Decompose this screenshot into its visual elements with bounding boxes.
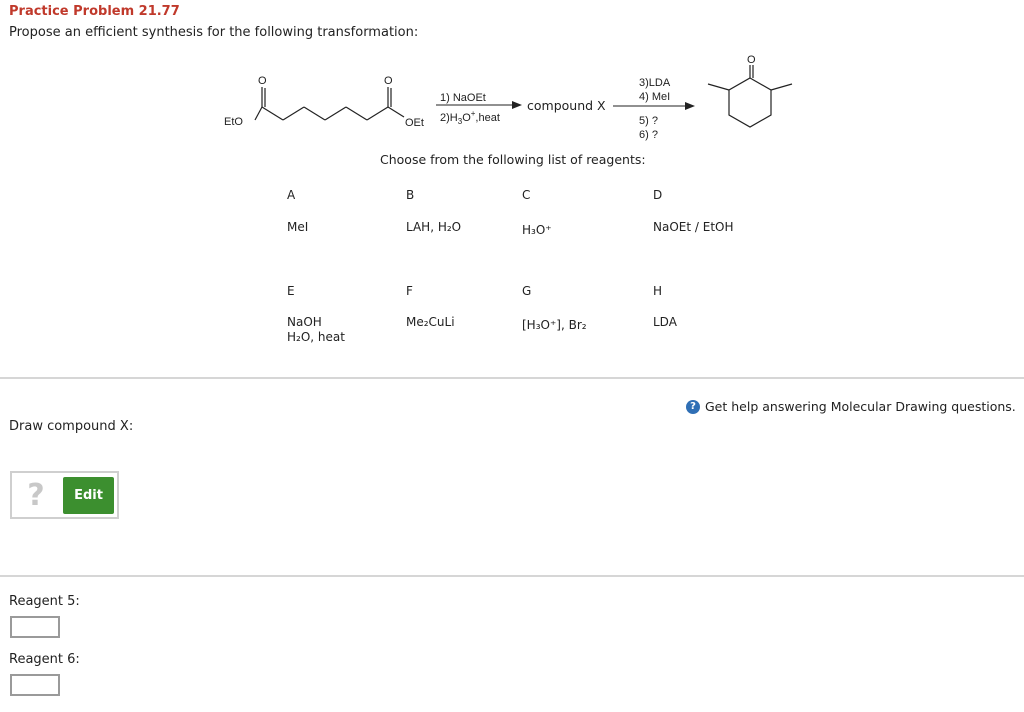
step1-reagent-2: 2)H3O+,heat [440,109,500,126]
product-structure [707,65,793,128]
question-circle-icon: ? [686,399,700,414]
step2-reagent-3: 3)LDA [639,77,671,89]
reagent-letter-h: H [653,284,663,298]
reagent-6-label: Reagent 6: [9,652,80,667]
reagent-letter-e: E [287,284,295,298]
help-link[interactable]: ? Get help answering Molecular Drawing q… [686,399,1016,414]
step2-reagent-5: 5) ? [639,115,658,127]
reagent-6-input[interactable] [10,674,60,696]
reagent-h: LDA [653,315,677,329]
question-mark-icon: ? [27,477,45,513]
reagent-5-label: Reagent 5: [9,594,80,609]
oxygen-label-left: O [258,75,267,87]
reagent-g: [H₃O⁺], Br₂ [522,318,587,332]
reagent-e-line1: NaOH [287,315,322,329]
reagent-d: NaOEt / EtOH [653,220,734,234]
step2-reagent-6: 6) ? [639,129,658,141]
reagent-letter-a: A [287,188,296,202]
reagent-5-input[interactable] [10,616,60,638]
product-oxygen-label: O [747,54,756,66]
oxygen-label-right: O [384,75,393,87]
starting-material-structure [254,87,405,121]
reagent-letter-c: C [522,188,531,202]
reagent-letter-g: G [522,284,532,298]
draw-compound-label: Draw compound X: [9,419,134,434]
step2-reagent-4: 4) MeI [639,91,670,103]
step1-reagent-1: 1) NaOEt [440,92,486,104]
ethoxy-label-left: EtO [224,116,243,128]
reaction-arrowhead-2 [685,102,695,110]
reagent-c: H₃O⁺ [522,223,552,237]
reagent-letter-b: B [406,188,415,202]
reagent-e-line2: H₂O, heat [287,330,345,344]
help-link-text[interactable]: Get help answering Molecular Drawing que… [705,399,1016,414]
reaction-scheme: O O EtO OEt 1) NaOEt 2)H3O+,heat compoun… [224,54,793,141]
reaction-arrowhead-1 [512,101,522,109]
ethoxy-label-right: OEt [405,117,424,129]
section-divider [0,377,1024,379]
reagent-list-heading: Choose from the following list of reagen… [380,152,646,167]
reagent-letter-d: D [653,188,663,202]
reagent-f: Me₂CuLi [406,315,455,329]
edit-button[interactable]: Edit [63,477,114,514]
reagent-b: LAH, H₂O [406,220,462,234]
section-divider [0,575,1024,577]
reagent-a: MeI [287,220,309,234]
intermediate-label: compound X [527,98,606,113]
reagent-letter-f: F [406,284,413,298]
